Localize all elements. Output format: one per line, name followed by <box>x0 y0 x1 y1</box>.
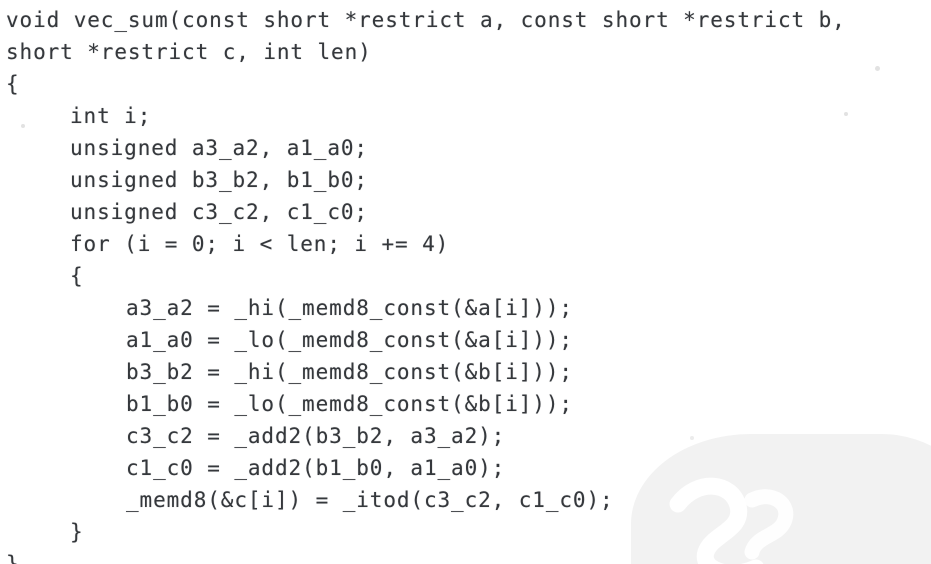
code-line: unsigned c3_c2, c1_c0; <box>70 200 368 224</box>
code-line: { <box>70 264 84 288</box>
code-line: b1_b0 = _lo(_memd8_const(&b[i])); <box>126 392 573 416</box>
code-line: b3_b2 = _hi(_memd8_const(&b[i])); <box>126 360 573 384</box>
code-listing: void vec_sum(const short *restrict a, co… <box>0 0 931 564</box>
code-line: short *restrict c, int len) <box>6 40 372 64</box>
code-line: c3_c2 = _add2(b3_b2, a3_a2); <box>126 424 506 448</box>
code-line: a1_a0 = _lo(_memd8_const(&a[i])); <box>126 328 573 352</box>
code-line: } <box>70 520 84 544</box>
code-line: } <box>6 552 20 564</box>
code-line: unsigned b3_b2, b1_b0; <box>70 168 368 192</box>
code-line: int i; <box>70 104 152 128</box>
code-line: for (i = 0; i < len; i += 4) <box>70 232 450 256</box>
code-line: { <box>6 72 20 96</box>
scanned-page: void vec_sum(const short *restrict a, co… <box>0 0 931 564</box>
code-line: a3_a2 = _hi(_memd8_const(&a[i])); <box>126 296 573 320</box>
code-line: _memd8(&c[i]) = _itod(c3_c2, c1_c0); <box>126 488 614 512</box>
code-line: void vec_sum(const short *restrict a, co… <box>6 8 846 32</box>
code-line: unsigned a3_a2, a1_a0; <box>70 136 368 160</box>
code-line: c1_c0 = _add2(b1_b0, a1_a0); <box>126 456 506 480</box>
